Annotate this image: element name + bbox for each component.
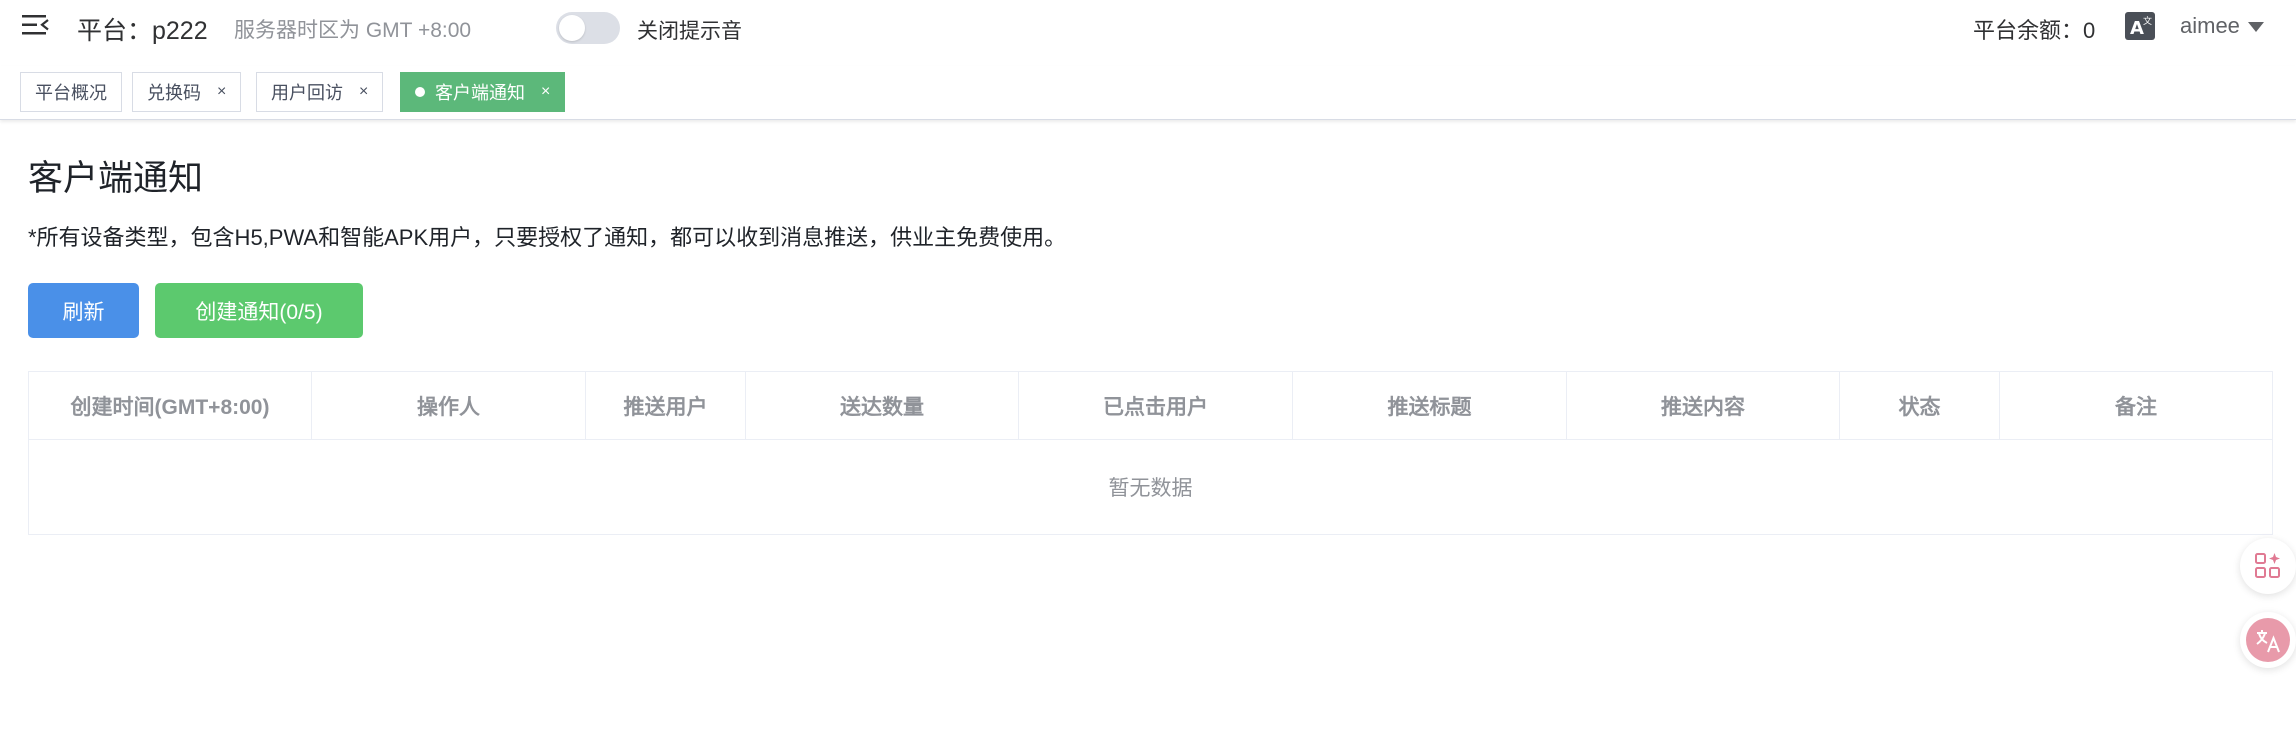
- table-empty-text: 暂无数据: [1108, 477, 1193, 500]
- column-header-delivered-count: 送达数量: [746, 372, 1019, 439]
- language-switch-icon[interactable]: [2240, 612, 2296, 668]
- server-timezone-text: 服务器时区为 GMT +8:00: [234, 19, 472, 42]
- column-header-status: 状态: [1840, 372, 2000, 439]
- page-title: 客户端通知: [28, 159, 204, 198]
- tag-platform-overview[interactable]: 平台概况: [20, 72, 122, 112]
- refresh-button[interactable]: 刷新: [28, 283, 139, 338]
- close-icon[interactable]: ×: [217, 83, 226, 101]
- close-icon[interactable]: ×: [541, 83, 550, 101]
- svg-text:文: 文: [2143, 15, 2152, 27]
- platform-name: 平台：p222: [77, 17, 208, 45]
- caret-down-icon: [2247, 22, 2264, 32]
- tag-client-notification[interactable]: 客户端通知 ×: [400, 72, 566, 112]
- close-icon[interactable]: ×: [359, 83, 368, 101]
- table-header: 创建时间(GMT+8:00) 操作人 推送用户 送达数量 已点击用户 推送标题 …: [29, 372, 2272, 440]
- column-header-created-time: 创建时间(GMT+8:00): [29, 372, 312, 439]
- tags-view-bar: 平台概况 兑换码 × 用户回访 × 客户端通知 ×: [0, 66, 2296, 120]
- active-dot-icon: [415, 87, 425, 97]
- top-navbar: 平台：p222 服务器时区为 GMT +8:00 关闭提示音 平台余额：0 A …: [0, 0, 2296, 54]
- tag-label: 用户回访: [271, 83, 343, 103]
- hamburger-icon[interactable]: [22, 13, 50, 37]
- column-header-operator: 操作人: [312, 372, 586, 439]
- language-circle: [2246, 618, 2290, 662]
- column-header-target-users: 推送用户: [586, 372, 746, 439]
- mute-sound-label: 关闭提示音: [637, 20, 742, 43]
- column-header-remark: 备注: [2115, 395, 2157, 419]
- username: aimee: [2180, 13, 2240, 38]
- tag-label: 客户端通知: [435, 83, 525, 103]
- translate-icon[interactable]: A 文: [2125, 12, 2155, 40]
- svg-text:A: A: [2130, 18, 2144, 39]
- page-description: *所有设备类型，包含H5,PWA和智能APK用户，只要授权了通知，都可以收到消息…: [28, 225, 1067, 250]
- tag-redeem-code[interactable]: 兑换码 ×: [132, 72, 242, 112]
- tag-user-callback[interactable]: 用户回访 ×: [256, 72, 384, 112]
- platform-balance: 平台余额：0: [1973, 18, 2096, 43]
- column-header-clicked-users: 已点击用户: [1019, 372, 1293, 439]
- toggle-knob: [559, 15, 585, 41]
- tag-label: 平台概况: [35, 83, 107, 103]
- column-header-push-content: 推送内容: [1567, 372, 1840, 439]
- user-menu[interactable]: aimee: [2180, 13, 2264, 39]
- notification-table: 创建时间(GMT+8:00) 操作人 推送用户 送达数量 已点击用户 推送标题 …: [28, 371, 2273, 535]
- tag-label: 兑换码: [147, 83, 201, 103]
- apps-sparkle-icon[interactable]: [2240, 538, 2296, 594]
- mute-sound-toggle[interactable]: [556, 12, 620, 44]
- create-notification-button[interactable]: 创建通知(0/5): [155, 283, 363, 338]
- column-header-push-title: 推送标题: [1293, 372, 1567, 439]
